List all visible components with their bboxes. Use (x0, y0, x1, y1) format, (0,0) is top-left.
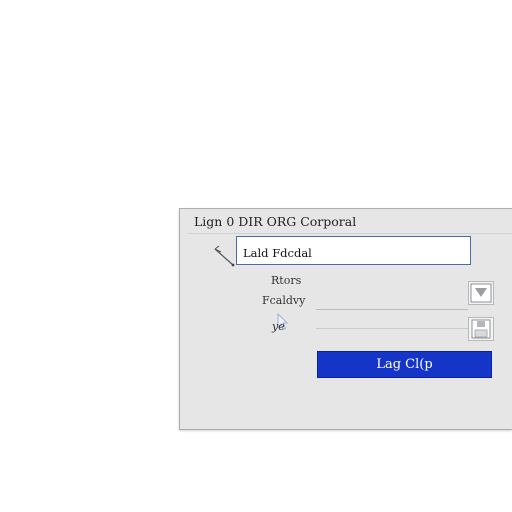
dropdown-button[interactable] (468, 281, 494, 305)
login-button[interactable]: Lag Cl(p (317, 351, 492, 378)
login-dialog: Lign 0 DIR ORG Corporal Rtors Fcaldvy ye (179, 208, 512, 430)
save-button[interactable] (468, 317, 494, 341)
field-underline[interactable] (316, 328, 468, 329)
field-underline[interactable] (316, 309, 468, 310)
chevron-down-icon (470, 283, 492, 303)
username-field[interactable] (236, 236, 471, 265)
field-label: ye (272, 320, 285, 333)
dialog-title: Lign 0 DIR ORG Corporal (194, 214, 357, 229)
save-icon (471, 319, 491, 339)
field-label: Rtors (271, 274, 302, 287)
title-divider (188, 233, 512, 234)
page: Lign 0 DIR ORG Corporal Rtors Fcaldvy ye (0, 0, 512, 512)
field-label: Fcaldvy (262, 294, 306, 307)
pointer-icon (214, 245, 235, 267)
